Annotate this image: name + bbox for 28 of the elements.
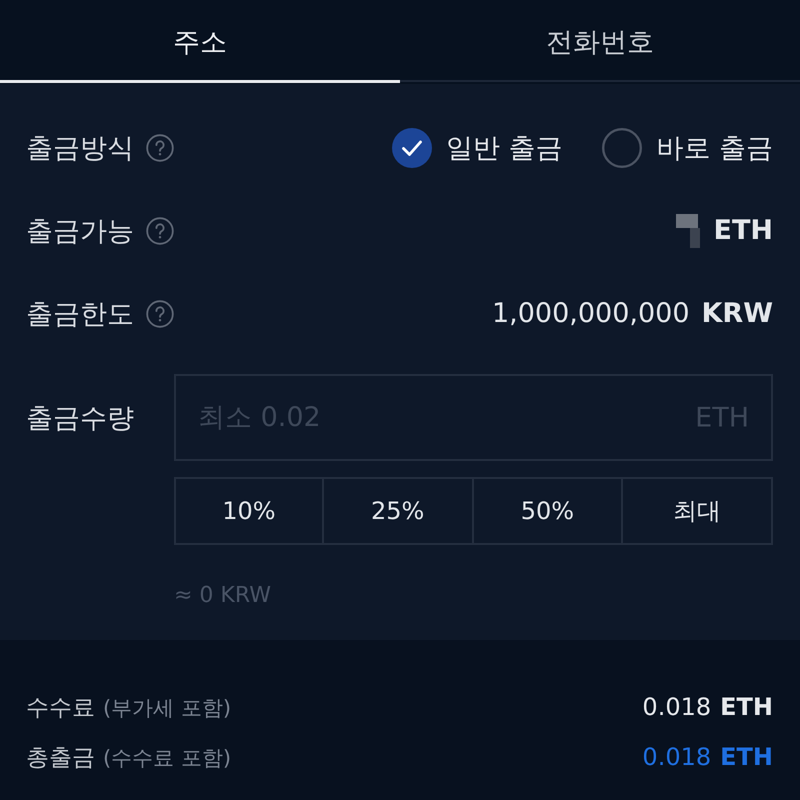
limit-amount: 1,000,000,000 [492, 298, 690, 329]
radio-circle-icon[interactable] [602, 128, 642, 168]
tab[interactable]: 전화번호 [400, 0, 800, 82]
summary-note: (수수료 포함) [103, 744, 232, 772]
preset-button[interactable]: 최대 [623, 477, 773, 545]
help-icon[interactable] [146, 134, 174, 162]
help-icon[interactable] [146, 216, 174, 244]
currency-unit: ETH [714, 215, 773, 246]
field-label: 출금방식 [26, 132, 134, 166]
currency-unit: ETH [720, 693, 773, 721]
preset-button[interactable]: 50% [474, 477, 624, 545]
help-icon[interactable] [146, 300, 174, 328]
currency-unit: ETH [720, 743, 773, 771]
summary-amount: 0.018 [642, 743, 712, 771]
withdrawal-option[interactable]: 바로 출금 [602, 128, 773, 168]
summary-label: 수수료 [26, 694, 95, 722]
preset-button[interactable]: 10% [174, 477, 324, 545]
withdrawal-option[interactable]: 일반 출금 [392, 128, 562, 168]
summary-label: 총출금 [26, 744, 95, 772]
currency-unit: KRW [702, 298, 773, 329]
summary-note: (부가세 포함) [103, 694, 232, 722]
check-circle-icon[interactable] [392, 128, 432, 168]
field-label: 출금한도 [26, 298, 134, 332]
field-label: 출금수량 [26, 402, 134, 436]
preset-button[interactable]: 25% [324, 477, 474, 545]
field-label: 출금가능 [26, 214, 134, 248]
estimate-text: ≈ 0 KRW [174, 583, 271, 608]
summary-amount: 0.018 [642, 693, 712, 721]
